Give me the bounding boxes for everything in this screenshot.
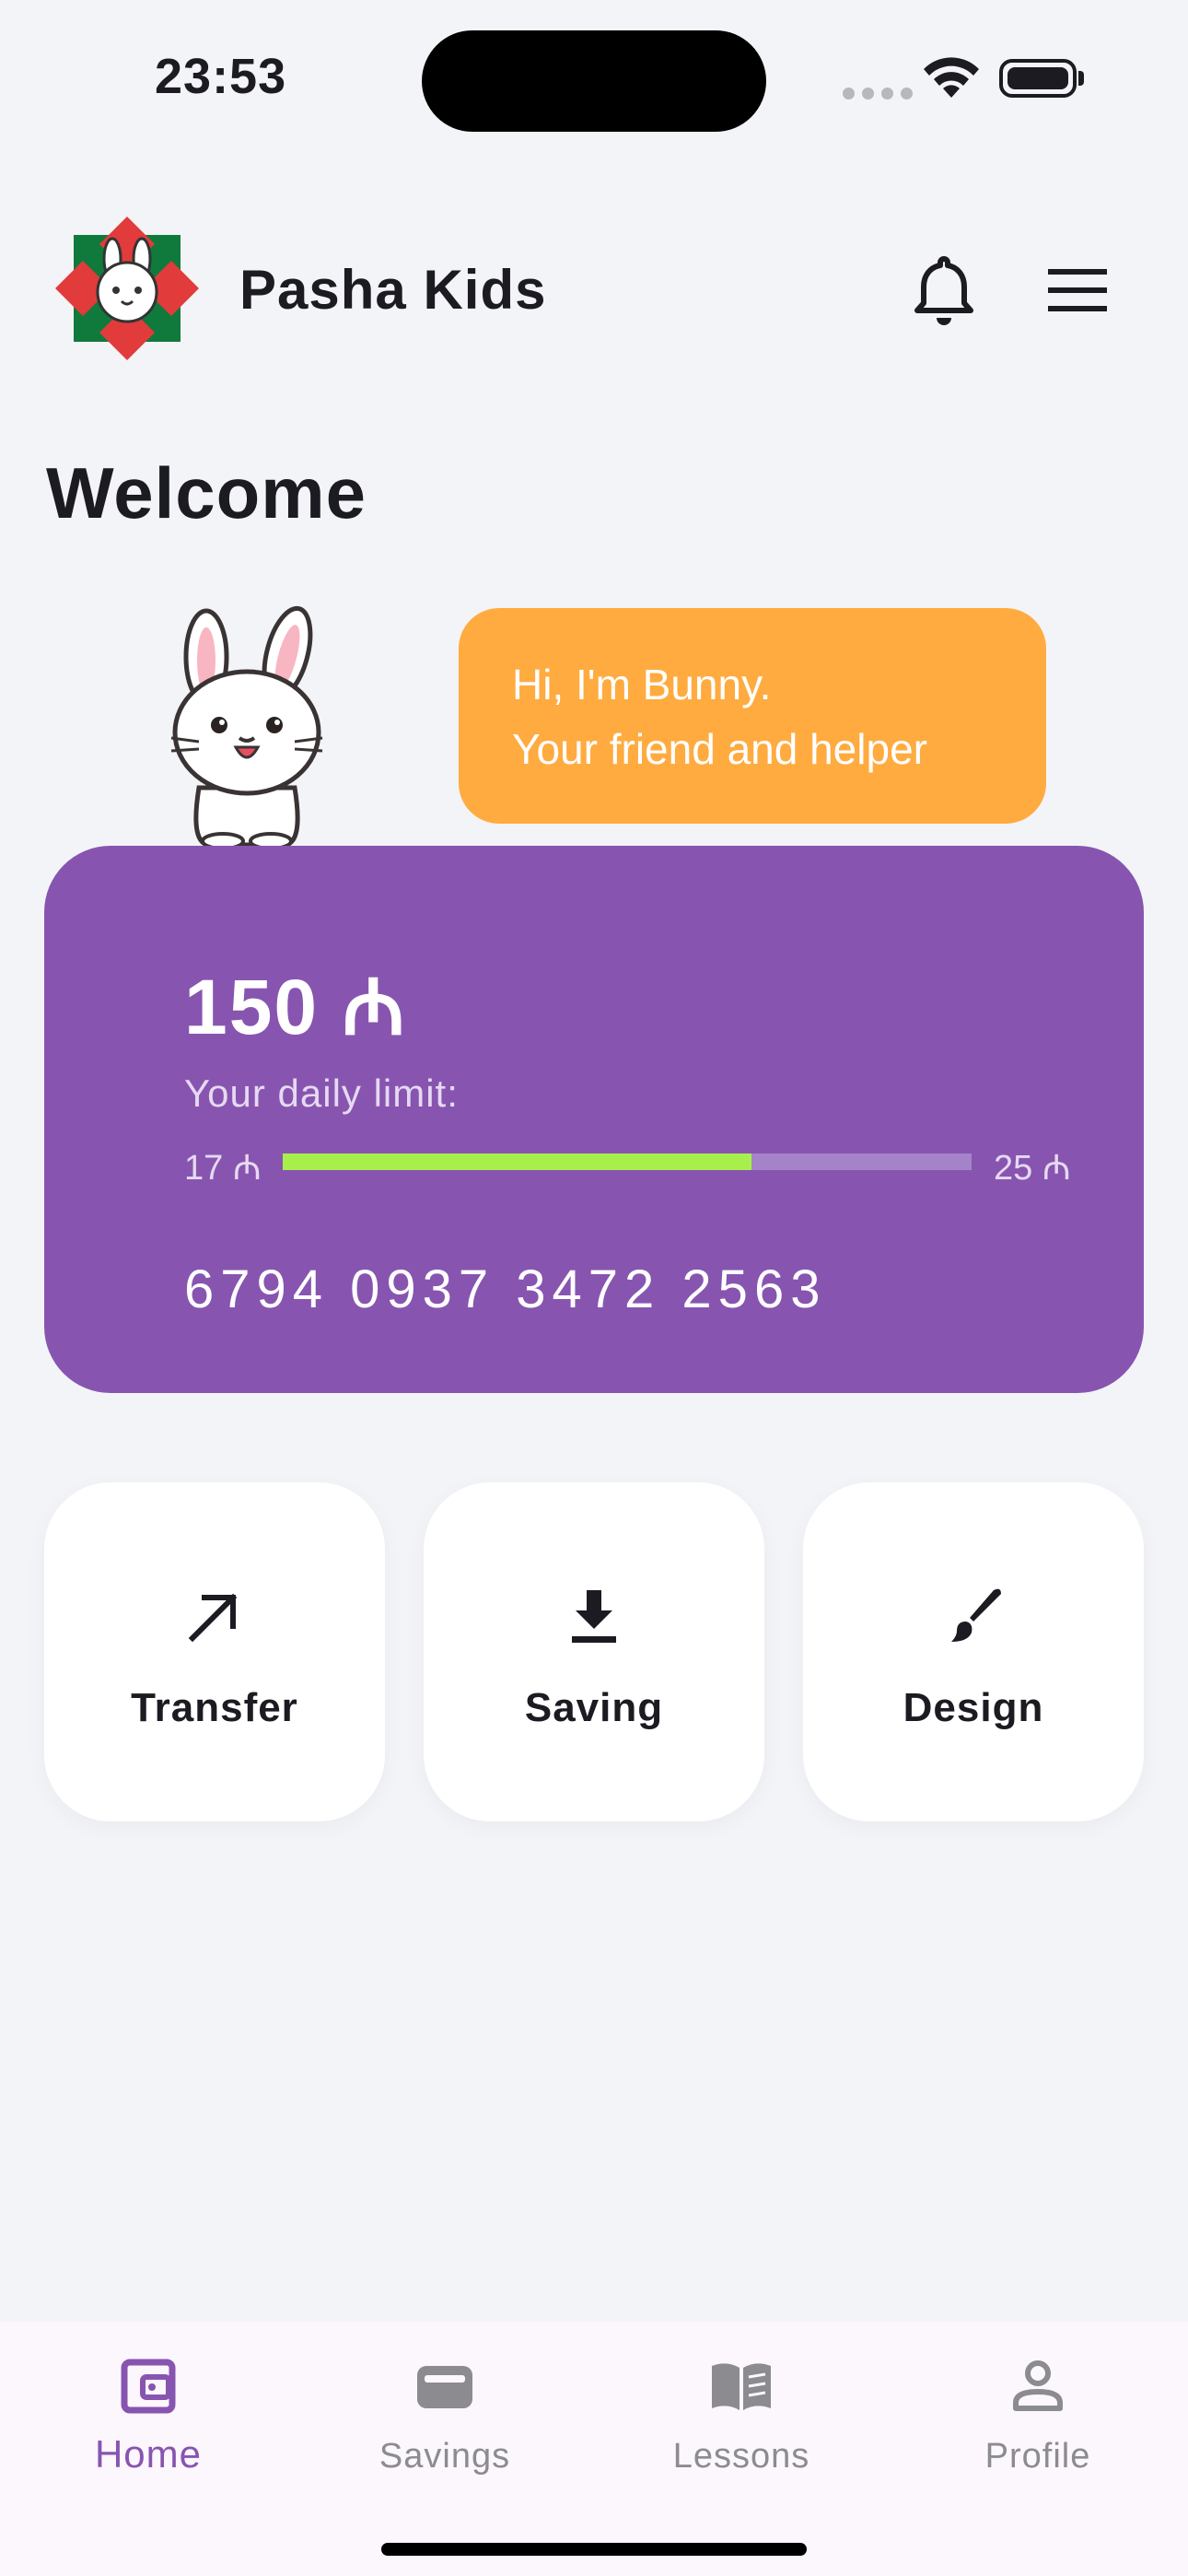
- card-icon: [417, 2366, 472, 2408]
- cellular-signal-icon: [843, 88, 913, 100]
- daily-limit-progress: [283, 1153, 972, 1170]
- saving-button[interactable]: Saving: [424, 1482, 764, 1821]
- book-icon: [712, 2363, 771, 2410]
- page-title: Welcome: [46, 452, 367, 533]
- transfer-label: Transfer: [131, 1685, 298, 1730]
- daily-limit-label: Your daily limit:: [184, 1071, 459, 1115]
- dynamic-island: [422, 30, 766, 132]
- bunny-mascot: [170, 605, 323, 850]
- arrow-up-right-icon: [188, 1593, 238, 1643]
- bubble-line-2: Your friend and helper: [512, 725, 927, 773]
- home-indicator: [381, 2543, 807, 2556]
- limit-max-value: 25 ₼: [994, 1149, 1071, 1188]
- bell-icon[interactable]: [912, 253, 976, 327]
- limit-min-value: 17 ₼: [184, 1149, 262, 1188]
- balance-card[interactable]: 150 ₼ Your daily limit: 17 ₼ 25 ₼ 6794 0…: [44, 846, 1144, 1393]
- speech-bubble: Hi, I'm Bunny. Your friend and helper: [459, 608, 1046, 824]
- design-button[interactable]: Design: [803, 1482, 1144, 1821]
- battery-icon: [999, 59, 1077, 98]
- saving-label: Saving: [524, 1685, 664, 1730]
- nav-profile[interactable]: Profile: [890, 2322, 1186, 2524]
- menu-icon[interactable]: [1048, 267, 1107, 313]
- status-time: 23:53: [155, 49, 287, 104]
- nav-home-label: Home: [94, 2432, 203, 2476]
- design-label: Design: [903, 1685, 1044, 1730]
- nav-lessons-label: Lessons: [672, 2437, 810, 2476]
- brush-icon: [951, 1588, 1001, 1642]
- nav-profile-label: Profile: [984, 2437, 1091, 2476]
- transfer-button[interactable]: Transfer: [44, 1482, 385, 1821]
- wallet-icon: [121, 2359, 176, 2414]
- wifi-icon: [924, 57, 979, 98]
- balance-amount: 150 ₼: [184, 964, 407, 1050]
- app-logo: [55, 217, 199, 360]
- bubble-line-1: Hi, I'm Bunny.: [512, 661, 772, 708]
- nav-savings[interactable]: Savings: [297, 2322, 593, 2524]
- nav-home[interactable]: Home: [0, 2322, 297, 2524]
- card-number: 6794 0937 3472 2563: [184, 1259, 827, 1319]
- person-icon: [1013, 2360, 1063, 2411]
- daily-limit-progress-fill: [283, 1153, 751, 1170]
- download-icon: [572, 1590, 616, 1643]
- nav-lessons[interactable]: Lessons: [593, 2322, 890, 2524]
- app-title: Pasha Kids: [239, 259, 547, 321]
- bottom-nav: Home Savings Lessons Profile: [0, 2322, 1188, 2576]
- nav-savings-label: Savings: [379, 2437, 511, 2476]
